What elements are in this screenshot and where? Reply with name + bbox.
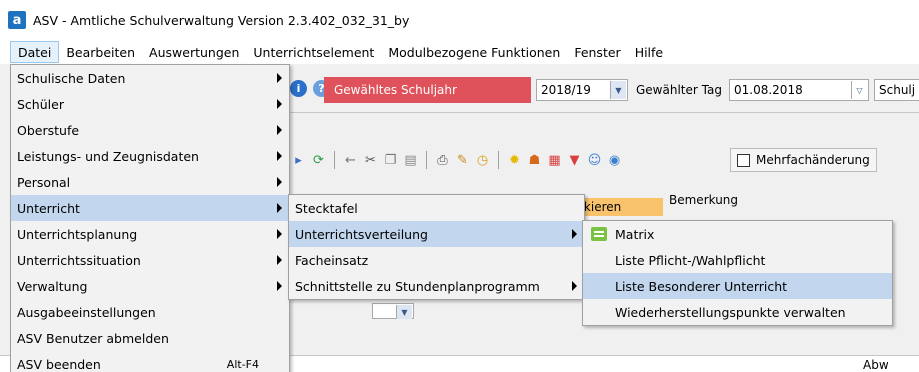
window-title: ASV - Amtliche Schulverwaltung Version 2… [33,12,410,28]
menu-item-unterrichtssituation[interactable]: Unterrichtssituation [11,247,289,273]
submenu-arrow-icon [277,177,282,187]
paste-icon[interactable]: ▤ [402,152,419,169]
filter-icon[interactable]: ▼ [566,152,583,169]
menu-item-liste-besonderer-unterricht[interactable]: Liste Besonderer Unterricht [583,273,892,299]
mehrfach-label: Mehrfachänderung [756,153,870,167]
bulb-icon[interactable]: ✹ [506,152,523,169]
nav-icon[interactable]: ▸ [290,152,307,169]
menu-item-unterrichtsplanung[interactable]: Unterrichtsplanung [11,221,289,247]
school-year-select[interactable]: 2018/19 ▼ [536,79,628,101]
unterricht-submenu: Stecktafel Unterrichtsverteilung Fachein… [288,194,585,300]
submenu-arrow-icon [572,281,577,291]
menu-item-schnittstelle[interactable]: Schnittstelle zu Stundenplanprogramm [289,273,584,299]
users-icon[interactable]: ☗ [526,152,543,169]
shortcut-label: Alt-F4 [226,357,259,371]
markieren-tab[interactable]: rkieren [575,198,663,216]
submenu-arrow-icon [277,125,282,135]
submenu-arrow-icon [277,229,282,239]
menu-datei[interactable]: Datei [10,41,60,63]
menu-item-schueler[interactable]: Schüler [11,91,289,117]
menu-item-unterrichtsverteilung[interactable]: Unterrichtsverteilung [289,221,584,247]
submenu-arrow-icon [277,203,282,213]
submenu-arrow-icon [277,99,282,109]
menu-auswertungen[interactable]: Auswertungen [142,41,246,63]
selected-day-field[interactable]: 01.08.2018 ▽ [729,79,869,101]
title-bar: a ASV - Amtliche Schulverwaltung Version… [0,0,919,40]
menu-bearbeiten[interactable]: Bearbeiten [59,41,142,63]
help-icon[interactable]: ◉ [606,152,623,169]
separator [290,112,919,113]
selected-day-label: Gewählter Tag [636,83,722,97]
asv-logo-icon: a [8,11,26,29]
menu-item-matrix[interactable]: Matrix [583,221,892,247]
mehrfach-checkbox[interactable]: Mehrfachänderung [730,148,877,172]
cut-icon[interactable]: ✂ [362,152,379,169]
menu-item-liste-pflicht[interactable]: Liste Pflicht-/Wahlpflicht [583,247,892,273]
toolbar-separator [426,151,427,169]
menu-bar: Datei Bearbeiten Auswertungen Unterricht… [0,40,919,64]
menu-fenster[interactable]: Fenster [567,41,627,63]
toolbar-separator [498,151,499,169]
submenu-arrow-icon [572,229,577,239]
menu-item-oberstufe[interactable]: Oberstufe [11,117,289,143]
refresh-icon[interactable]: ⟳ [310,152,327,169]
arrow-left-icon[interactable]: ← [342,152,359,169]
menu-item-verwaltung[interactable]: Verwaltung [11,273,289,299]
menu-item-facheinsatz[interactable]: Facheinsatz [289,247,584,273]
chevron-down-icon[interactable]: ▽ [851,81,867,99]
schulj-field[interactable]: Schulj [874,79,919,101]
copy-icon[interactable]: ❐ [382,152,399,169]
user-tools-icon[interactable]: ☺ [586,152,603,169]
submenu-arrow-icon [277,73,282,83]
submenu-arrow-icon [277,151,282,161]
menu-item-ausgabeeinstellungen[interactable]: Ausgabeeinstellungen [11,299,289,325]
chevron-down-icon[interactable]: ▼ [396,305,412,319]
unterrichtsverteilung-submenu: Matrix Liste Pflicht-/Wahlpflicht Liste … [582,220,893,326]
submenu-arrow-icon [277,281,282,291]
menu-item-stecktafel[interactable]: Stecktafel [289,195,584,221]
menu-item-asv-beenden[interactable]: ASV beenden Alt-F4 [11,351,289,372]
menu-item-wiederherstellungspunkte[interactable]: Wiederherstellungspunkte verwalten [583,299,892,325]
bemerkung-label: Bemerkung [669,193,739,207]
broom-icon[interactable]: ✎ [454,152,471,169]
menu-item-personal[interactable]: Personal [11,169,289,195]
menu-hilfe[interactable]: Hilfe [628,41,670,63]
chart-icon[interactable]: ▦ [546,152,563,169]
toolbar-separator [334,151,335,169]
menu-item-leistungsdaten[interactable]: Leistungs- und Zeugnisdaten [11,143,289,169]
datei-menu: Schulische Daten Schüler Oberstufe Leist… [10,64,290,372]
selected-school-year-label: Gewähltes Schuljahr [324,77,531,103]
chevron-down-icon[interactable]: ▼ [610,81,626,99]
menu-item-benutzer-abmelden[interactable]: ASV Benutzer abmelden [11,325,289,351]
info-icon[interactable]: i [290,79,307,97]
menu-item-unterricht[interactable]: Unterricht [11,195,289,221]
menu-modulbezogene-funktionen[interactable]: Modulbezogene Funktionen [381,41,567,63]
small-combo-box[interactable]: ▼ [372,303,414,319]
menu-item-schulische-daten[interactable]: Schulische Daten [11,65,289,91]
matrix-icon [591,227,607,241]
menu-unterrichtselement[interactable]: Unterrichtselement [246,41,381,63]
checkbox-icon[interactable] [737,153,750,167]
submenu-arrow-icon [277,255,282,265]
abw-column-header: Abw [863,358,889,372]
clock-icon[interactable]: ◷ [474,152,491,169]
print-icon[interactable]: ⎙ [434,152,451,169]
toolbar-actions: ▸ ⟳ ← ✂ ❐ ▤ ⎙ ✎ ◷ ✹ ☗ ▦ ▼ ☺ ◉ [290,148,623,172]
